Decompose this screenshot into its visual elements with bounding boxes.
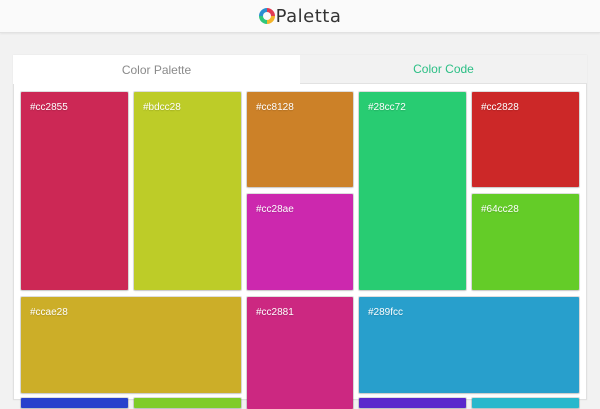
swatch-hex-label: #cc28ae xyxy=(256,204,294,215)
swatch-hex-label: #ccae28 xyxy=(30,307,68,318)
palette-logo-icon xyxy=(258,8,275,24)
color-swatch[interactable]: #289fcc xyxy=(359,297,579,393)
color-swatch[interactable]: #28cc72 xyxy=(359,92,466,290)
swatch-hex-label: #cc2855 xyxy=(30,102,68,113)
swatch-hex-label: #289fcc xyxy=(368,307,404,318)
swatch-hex-label: #64cc28 xyxy=(481,204,519,215)
app-name: Paletta xyxy=(275,5,342,27)
tab-color-palette[interactable]: Color Palette xyxy=(13,55,300,84)
color-swatch[interactable]: #64cc28 xyxy=(472,194,579,290)
swatch-hex-label: #bdcc28 xyxy=(143,102,181,113)
swatch-hex-label: #cc8128 xyxy=(256,102,294,113)
swatch-hex-label: #cc2881 xyxy=(256,307,294,318)
color-swatch[interactable]: #ccae28 xyxy=(21,297,241,393)
color-swatch[interactable]: #cc28ae xyxy=(247,194,353,290)
color-swatch[interactable]: #cc2855 xyxy=(21,92,128,290)
tab-bar: Color Palette Color Code xyxy=(13,55,587,84)
swatch-hex-label: #28cc72 xyxy=(368,102,406,113)
color-swatch[interactable]: #bdcc28 xyxy=(134,92,241,290)
color-swatch[interactable]: #cc2881 xyxy=(247,297,353,409)
app-logo[interactable]: Paletta xyxy=(258,4,342,28)
color-swatch[interactable]: #cc8128 xyxy=(247,92,353,187)
tab-color-code[interactable]: Color Code xyxy=(300,55,587,84)
color-swatch[interactable]: #cc2828 xyxy=(472,92,579,187)
top-bar: Paletta xyxy=(0,0,600,33)
swatch-hex-label: #cc2828 xyxy=(481,102,519,113)
